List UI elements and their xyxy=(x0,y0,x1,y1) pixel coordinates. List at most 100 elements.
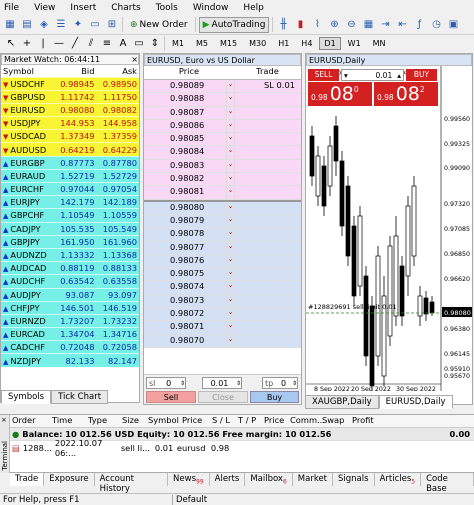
chevron-down-icon[interactable]: ⌄ xyxy=(226,334,234,347)
chevron-down-icon[interactable]: ⌄ xyxy=(226,281,234,294)
dom-bid-row[interactable]: 0.98075 ⌄ xyxy=(144,268,301,282)
market-watch-row[interactable]: ▲ EURCHF 0.97044 0.97054 xyxy=(1,182,139,197)
dom-bid-row[interactable]: 0.98073 ⌄ xyxy=(144,294,301,309)
market-watch-row[interactable]: ▲ CHFJPY 146.501 146.519 xyxy=(1,301,139,315)
navigator-icon[interactable]: ✦ xyxy=(71,18,85,32)
trade-column[interactable]: Swap xyxy=(322,415,352,427)
templates-icon[interactable]: ▣ xyxy=(446,18,460,32)
chevron-down-icon[interactable]: ⌄ xyxy=(226,294,234,308)
chevron-down-icon[interactable]: ⌄ xyxy=(226,146,234,159)
dom-trade-cell[interactable] xyxy=(234,106,301,119)
tab-account-history[interactable]: Account History xyxy=(95,473,169,494)
market-watch-row[interactable]: ▲ EURCAD 1.34704 1.34716 xyxy=(1,327,139,342)
dom-ask-row[interactable]: 0.98087 ⌄ xyxy=(144,106,301,120)
tab-symbols[interactable]: Symbols xyxy=(1,390,52,404)
dom-ask-row[interactable]: 0.98083 ⌄ xyxy=(144,159,301,174)
periods-icon[interactable]: ◷ xyxy=(429,18,443,32)
tile-windows-icon[interactable]: ▦ xyxy=(361,18,375,32)
trade-column[interactable]: Type xyxy=(88,415,122,427)
dom-trade-cell[interactable] xyxy=(234,254,301,268)
dom-trade-cell[interactable] xyxy=(234,228,301,241)
dom-trade-cell[interactable] xyxy=(234,146,301,159)
tab-trade[interactable]: Trade xyxy=(10,473,45,486)
dom-trade-cell[interactable] xyxy=(234,294,301,308)
new-chart-icon[interactable]: ▦ xyxy=(3,18,17,32)
dom-trade-cell[interactable] xyxy=(234,334,301,347)
dom-buy-button[interactable]: Buy xyxy=(250,391,299,403)
channel-icon[interactable]: ⫽ xyxy=(84,37,98,51)
dom-ask-row[interactable]: 0.98089 ⌄ SL 0.01 xyxy=(144,80,301,94)
chevron-down-icon[interactable]: ⌄ xyxy=(226,93,234,106)
market-watch-row[interactable]: ▲ GBPCHF 1.10549 1.10559 xyxy=(1,208,139,223)
tab-eurusd-daily[interactable]: EURUSD,Daily xyxy=(378,395,453,409)
menu-view[interactable]: View xyxy=(34,3,55,13)
dom-bid-row[interactable]: 0.98070 ⌄ xyxy=(144,334,301,348)
tab-mailbox[interactable]: Mailbox6 xyxy=(245,473,293,486)
sl-stepper[interactable]: sl 0 ⇕ xyxy=(146,377,186,389)
dom-trade-cell[interactable] xyxy=(234,186,301,199)
menu-insert[interactable]: Insert xyxy=(70,3,96,13)
timeframe-h1[interactable]: H1 xyxy=(273,37,294,50)
market-watch-row[interactable]: ▼ USDCHF 0.98945 0.98950 xyxy=(1,77,139,91)
chevron-down-icon[interactable]: ⌄ xyxy=(226,119,234,133)
market-watch-row[interactable]: ▼ AUDUSD 0.64219 0.64229 xyxy=(1,142,139,157)
dom-bid-row[interactable]: 0.98077 ⌄ xyxy=(144,241,301,255)
trade-column[interactable]: S / L xyxy=(212,415,238,427)
one-click-buy-button[interactable]: BUY xyxy=(406,69,437,81)
trade-column[interactable]: Symbol xyxy=(148,415,182,427)
trade-column[interactable]: Size xyxy=(122,415,148,427)
bar-chart-icon[interactable]: ╫ xyxy=(276,18,290,32)
crosshair-icon[interactable]: + xyxy=(20,37,34,51)
column-bid[interactable]: Bid xyxy=(54,65,97,78)
horizontal-line-icon[interactable]: — xyxy=(52,37,66,51)
dom-ask-row[interactable]: 0.98086 ⌄ xyxy=(144,119,301,134)
dom-trade-cell[interactable] xyxy=(234,159,301,173)
dom-bid-row[interactable]: 0.98078 ⌄ xyxy=(144,228,301,242)
candle-chart-icon[interactable]: ▮ xyxy=(293,18,307,32)
autotrading-button[interactable]: ▶ AutoTrading xyxy=(198,16,270,33)
dom-trade-cell[interactable] xyxy=(234,308,301,321)
close-icon[interactable]: × xyxy=(1,416,7,424)
arrows-icon[interactable]: ⇕ xyxy=(148,37,162,51)
market-watch-row[interactable]: ▼ GBPUSD 1.11742 1.11750 xyxy=(1,90,139,104)
profiles-icon[interactable]: ▤ xyxy=(20,18,34,32)
dom-trade-cell[interactable] xyxy=(234,201,301,214)
indicators-icon[interactable]: ƒ xyxy=(412,18,426,32)
dom-bid-row[interactable]: 0.98072 ⌄ xyxy=(144,308,301,322)
market-watch-row[interactable]: ▲ EURNZD 1.73207 1.73232 xyxy=(1,314,139,329)
tab-news[interactable]: News99 xyxy=(168,473,210,486)
chevron-down-icon[interactable]: ⌄ xyxy=(226,159,234,173)
market-watch-row[interactable]: ▲ AUDCHF 0.63542 0.63558 xyxy=(1,274,139,289)
timeframe-d1[interactable]: D1 xyxy=(319,37,341,50)
market-watch-row[interactable]: ▲ EURJPY 142.179 142.189 xyxy=(1,195,139,210)
data-window-icon[interactable]: ☰ xyxy=(54,18,68,32)
dom-trade-cell[interactable] xyxy=(234,281,301,294)
chevron-down-icon[interactable]: ⌄ xyxy=(226,228,234,241)
timeframe-mn[interactable]: MN xyxy=(368,37,391,50)
market-watch-row[interactable]: ▲ CADCHF 0.72048 0.72058 xyxy=(1,340,139,355)
chevron-down-icon[interactable]: ⌄ xyxy=(226,133,234,146)
dom-ask-row[interactable]: 0.98088 ⌄ xyxy=(144,93,301,107)
trendline-icon[interactable]: ╱ xyxy=(68,37,82,51)
column-symbol[interactable]: Symbol xyxy=(1,65,55,78)
market-watch-row[interactable]: ▲ AUDCAD 0.88119 0.88133 xyxy=(1,261,139,276)
dom-trade-cell[interactable] xyxy=(234,241,301,254)
dom-ask-row[interactable]: 0.98085 ⌄ xyxy=(144,133,301,147)
label-tool-icon[interactable]: ▭ xyxy=(132,37,146,51)
tab-tick-chart[interactable]: Tick Chart xyxy=(51,390,109,404)
market-watch-icon[interactable]: ◈ xyxy=(37,18,51,32)
market-watch-row[interactable]: ▲ NZDJPY 82.133 82.147 xyxy=(1,353,139,368)
terminal-icon[interactable]: ▭ xyxy=(88,18,102,32)
trade-column[interactable]: Time xyxy=(52,415,88,427)
tab-articles[interactable]: Articles5 xyxy=(375,473,422,486)
dom-trade-cell[interactable] xyxy=(234,133,301,146)
fibonacci-icon[interactable]: ≡ xyxy=(100,37,114,51)
chevron-down-icon[interactable]: ⌄ xyxy=(226,201,234,214)
trade-column[interactable]: Profit xyxy=(352,415,392,427)
dom-ask-row[interactable]: 0.98081 ⌄ xyxy=(144,186,301,200)
increase-volume-icon[interactable]: ▴ xyxy=(395,71,403,80)
new-order-button[interactable]: ⊕ New Order xyxy=(126,17,192,33)
one-click-volume-field[interactable]: ▾ 0.01 ▴ xyxy=(341,69,404,81)
tab-signals[interactable]: Signals xyxy=(333,473,375,486)
menu-file[interactable]: File xyxy=(4,3,19,13)
